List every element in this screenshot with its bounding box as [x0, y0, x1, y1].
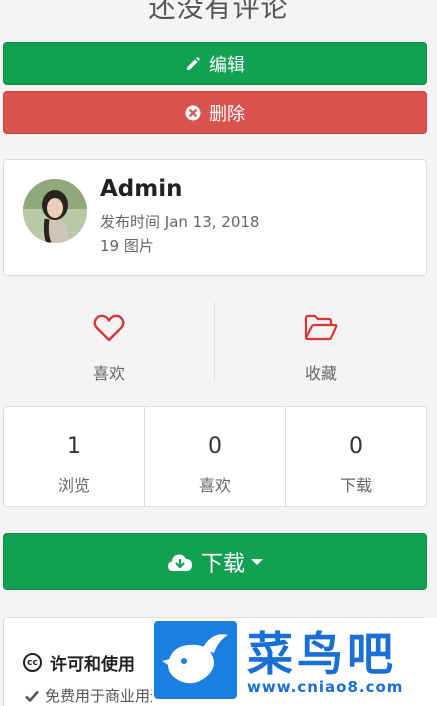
stat-views-value: 1	[67, 434, 81, 459]
stat-likes-value: 0	[208, 434, 222, 459]
delete-button-label: 删除	[209, 103, 245, 125]
watermark-logo	[154, 621, 237, 699]
stat-downloads: 0 下载	[286, 407, 426, 506]
favorite-label: 收藏	[304, 364, 337, 383]
favorite-action[interactable]: 收藏	[215, 300, 427, 383]
stat-likes: 0 喜欢	[145, 407, 286, 506]
edit-button[interactable]: 编辑	[3, 42, 427, 85]
heart-icon	[93, 314, 125, 342]
watermark-text: 菜鸟吧	[247, 627, 397, 681]
watermark: 菜鸟吧 www.cniao8.com	[152, 618, 437, 706]
stat-downloads-value: 0	[349, 434, 363, 459]
download-button-label: 下载	[200, 551, 245, 577]
watermark-url: www.cniao8.com	[247, 678, 404, 696]
caret-down-icon	[251, 558, 263, 565]
stat-views-label: 浏览	[57, 476, 90, 495]
edit-button-label: 编辑	[209, 54, 245, 76]
license-title-text: 许可和使用	[50, 655, 135, 675]
cloud-download-icon	[167, 554, 192, 571]
publish-date: 发布时间 Jan 13, 2018	[100, 213, 260, 231]
stat-views: 1 浏览	[4, 407, 145, 506]
delete-button[interactable]: 删除	[3, 91, 427, 134]
author-card: Admin 发布时间 Jan 13, 2018 19 图片	[3, 159, 427, 276]
empty-comments-text: 还没有评论	[148, 0, 289, 24]
like-label: 喜欢	[92, 364, 125, 383]
stats-card: 1 浏览 0 喜欢 0 下载	[3, 406, 427, 507]
stat-likes-label: 喜欢	[198, 476, 231, 495]
stat-downloads-label: 下载	[339, 476, 372, 495]
like-action[interactable]: 喜欢	[3, 300, 215, 383]
pencil-icon	[187, 56, 200, 70]
folder-open-icon	[304, 314, 338, 341]
action-row: 喜欢 收藏	[3, 300, 427, 383]
avatar[interactable]	[23, 179, 87, 243]
check-icon	[25, 690, 39, 702]
license-item-text: 免费用于商业用途	[45, 687, 166, 705]
author-name[interactable]: Admin	[100, 176, 183, 202]
times-circle-icon	[185, 105, 201, 120]
download-button[interactable]: 下载	[3, 533, 427, 590]
license-title: cc 许可和使用	[23, 650, 135, 675]
license-item: 免费用于商业用途	[25, 685, 165, 706]
image-count: 19 图片	[100, 237, 154, 255]
creative-commons-icon: cc	[23, 653, 42, 672]
